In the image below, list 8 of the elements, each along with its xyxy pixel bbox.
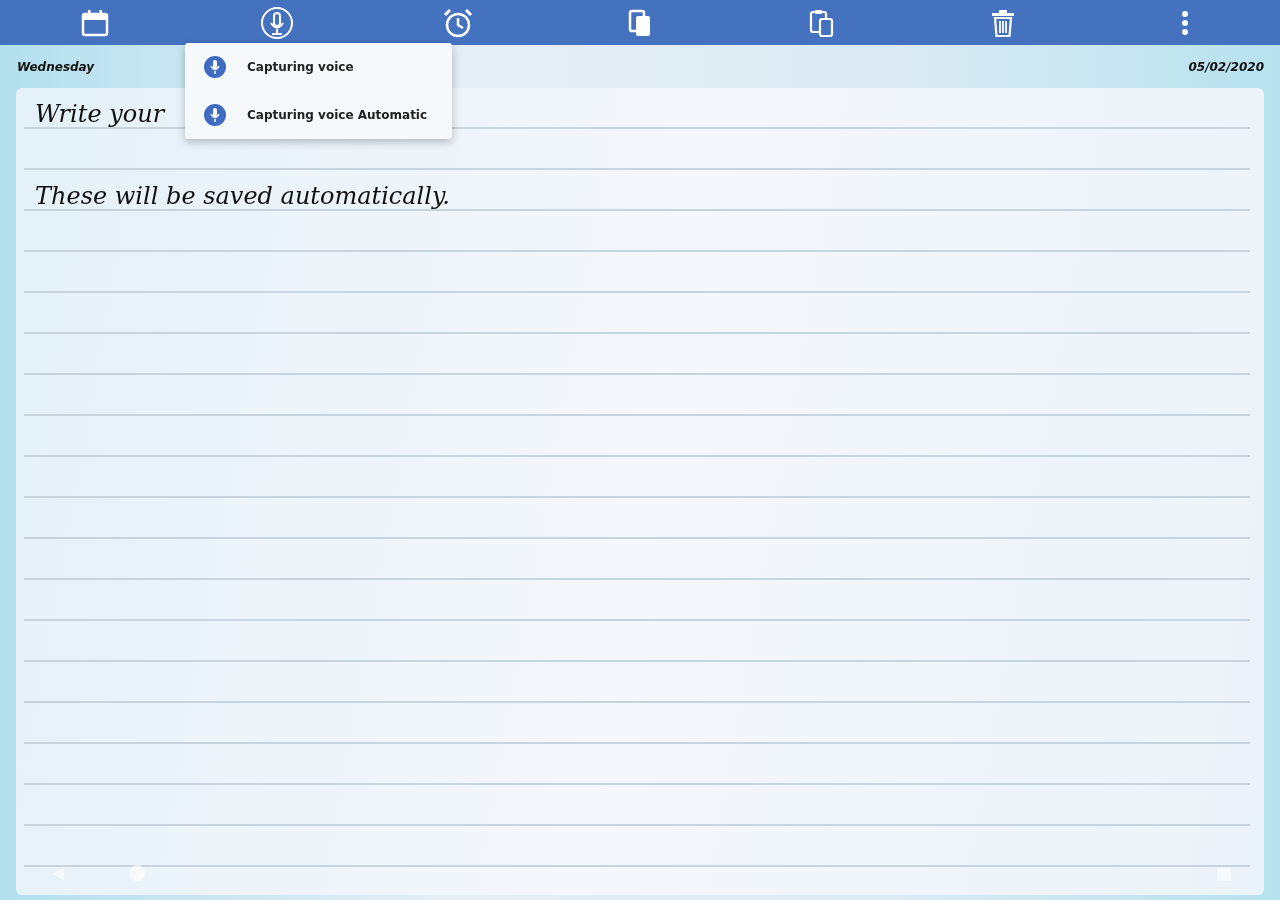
menu-item[interactable]: Capturing voice [185,43,452,91]
microphone-icon [203,103,227,127]
note-text: Write your [35,99,165,130]
date-label: 05/02/2020 [1188,58,1264,76]
microphone-icon [203,55,227,79]
note-text: These will be saved automatically. [35,181,450,212]
day-label: Wednesday [17,58,95,76]
menu-item[interactable]: Capturing voice Automatic [185,91,452,139]
